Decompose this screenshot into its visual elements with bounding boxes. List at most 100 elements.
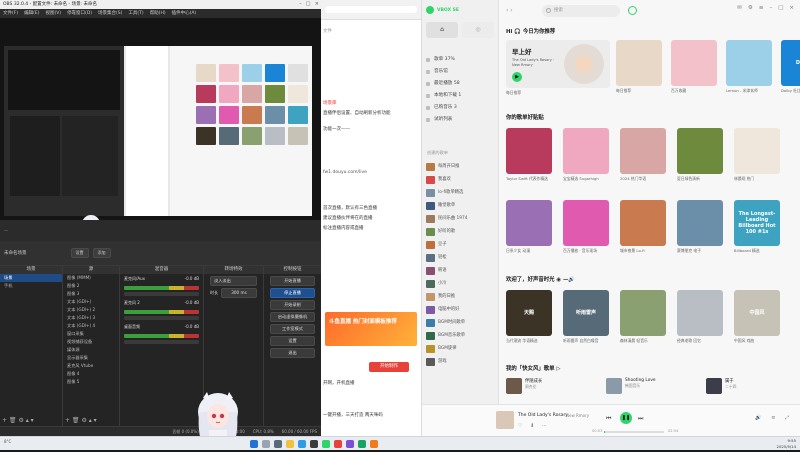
- source-item[interactable]: 图像 4: [63, 370, 119, 378]
- mail-icon[interactable]: ✉: [737, 5, 742, 11]
- music-window-controls[interactable]: ✉ ⚙ ≡ – □ ×: [737, 5, 794, 11]
- playlist-card[interactable]: 日系少女 动漫: [506, 200, 552, 253]
- stop-streaming-button[interactable]: 停止直播: [270, 288, 315, 298]
- source-item[interactable]: 窗口采集: [63, 330, 119, 338]
- source-item[interactable]: 图像 (MMM): [63, 274, 119, 282]
- source-item[interactable]: 视频捕获设备: [63, 338, 119, 346]
- next-icon[interactable]: ⏭: [638, 415, 643, 423]
- close-icon[interactable]: ×: [315, 0, 319, 9]
- explorer-icon[interactable]: [286, 440, 294, 448]
- duration-input[interactable]: 300 ms: [221, 288, 257, 298]
- weather-widget[interactable]: 8°C: [4, 439, 11, 444]
- system-clock[interactable]: 9:55 2025/5/14: [777, 438, 796, 449]
- playlist-card[interactable]: The Longest-Leading Billboard Hot 100 #1…: [734, 200, 780, 253]
- playlist-item[interactable]: 电脑中的好: [422, 303, 499, 316]
- douyu-banner[interactable]: 斗鱼直播 热门封面模板推荐: [325, 312, 417, 346]
- playlist-card[interactable]: Taylor Swift 代表作精选: [506, 128, 552, 181]
- playlist-card[interactable]: 赛博朋克 电子: [677, 200, 723, 253]
- maximize-icon[interactable]: □: [306, 0, 311, 9]
- source-item[interactable]: 显示器采集: [63, 354, 119, 362]
- source-item[interactable]: 麦克风 Vtube: [63, 362, 119, 370]
- scene-item[interactable]: 手机: [0, 282, 62, 290]
- play-icon[interactable]: ▶: [512, 72, 522, 82]
- volume-slider[interactable]: [124, 340, 199, 344]
- start-recording-button[interactable]: 开始录制: [270, 300, 315, 310]
- now-playing-cover[interactable]: [496, 411, 514, 429]
- playlist-card[interactable]: 林晨曦 热门: [734, 128, 780, 181]
- studio-mode-button[interactable]: 工作室模式: [270, 324, 315, 334]
- menu-docks[interactable]: 停靠窗口(D): [67, 9, 92, 18]
- nav-library[interactable]: 音乐馆: [422, 66, 499, 78]
- maximize-icon[interactable]: □: [778, 5, 783, 11]
- playlist-card[interactable]: 森林清晨 轻音乐: [620, 290, 666, 343]
- settings-icon[interactable]: ⚙: [748, 5, 753, 11]
- virtual-camera-button[interactable]: 启动虚拟摄像机: [270, 312, 315, 322]
- track-actions[interactable]: ♡ ⬇ ⋯: [518, 423, 550, 429]
- prev-icon[interactable]: ⏮: [606, 415, 611, 423]
- start-icon[interactable]: [250, 440, 258, 448]
- source-item[interactable]: 文本 (GDI+) 4: [63, 322, 119, 330]
- scene-settings-button[interactable]: 设置: [70, 248, 89, 258]
- menu-view[interactable]: 视图(V): [45, 9, 61, 18]
- playlist-item[interactable]: 好听的歌: [422, 225, 499, 238]
- close-icon[interactable]: ×: [789, 5, 794, 11]
- playlist-item[interactable]: BGM旋律: [422, 342, 499, 355]
- playlist-item[interactable]: 小冷: [422, 277, 499, 290]
- playlist-item[interactable]: lo-fi歌单精选: [422, 186, 499, 199]
- source-item[interactable]: 文本 (GDI+) 3: [63, 314, 119, 322]
- playlist-card[interactable]: Lemon - 米津玄师: [726, 40, 772, 93]
- nav-trial[interactable]: 试听列表: [422, 114, 499, 126]
- source-item[interactable]: 文本 (GDI+) 2: [63, 306, 119, 314]
- playlist-item[interactable]: 睡觉歌单: [422, 199, 499, 212]
- playlist-item[interactable]: 每周开日推: [422, 160, 499, 173]
- playlist-card[interactable]: 每日推荐: [616, 40, 662, 93]
- playlist-item[interactable]: 韩语: [422, 264, 499, 277]
- source-item[interactable]: 媒体源: [63, 346, 119, 354]
- source-item[interactable]: 图像 2: [63, 282, 119, 290]
- browser-tabs[interactable]: [321, 0, 421, 20]
- home-tab[interactable]: ⌂: [426, 22, 458, 38]
- obs-window-controls[interactable]: – □ ×: [297, 0, 321, 9]
- volume-slider[interactable]: [124, 292, 199, 296]
- obs-icon[interactable]: [310, 440, 318, 448]
- music-app-icon[interactable]: [322, 440, 330, 448]
- app-icon[interactable]: [358, 440, 366, 448]
- playlist-card[interactable]: Dolby Dolby 杜比全景声: [781, 40, 800, 93]
- playlist-card[interactable]: 百万收藏: [671, 40, 717, 93]
- playlist-card[interactable]: 经典老歌 回忆: [677, 290, 723, 343]
- menu-tools[interactable]: 工具(T): [128, 9, 143, 18]
- nav-purchased[interactable]: 已购音乐 3: [422, 102, 499, 114]
- source-add-icon[interactable]: + 🗑 ⚙ ▴ ▾: [65, 417, 97, 424]
- start-making-button[interactable]: 开始制作: [369, 362, 409, 372]
- settings-button[interactable]: 设置: [270, 336, 315, 346]
- playlist-item[interactable]: 我喜欢: [422, 173, 499, 186]
- search-input[interactable]: 搜索: [542, 5, 620, 17]
- now-playing-artist[interactable]: New Rmory: [566, 413, 589, 418]
- playlist-item[interactable]: 豆子: [422, 238, 499, 251]
- playlist-card[interactable]: 夏日绿色清新: [677, 128, 723, 181]
- playlist-card[interactable]: 天赐 当代潮流 华语精选: [506, 290, 552, 343]
- mini-track[interactable]: Shooting Love 韩国音乐: [606, 378, 696, 400]
- menu-scene-collection[interactable]: 场景集合(S): [98, 9, 122, 18]
- menu-file[interactable]: 文件(F): [3, 9, 18, 18]
- app-icon[interactable]: [334, 440, 342, 448]
- nav-playlist[interactable]: 歌单 37%: [422, 54, 499, 66]
- source-item[interactable]: 图像 3: [63, 290, 119, 298]
- search-icon[interactable]: [262, 440, 270, 448]
- playlist-card[interactable]: 百万播放 · 音乐现场: [563, 200, 609, 253]
- obs-preview-canvas[interactable]: [0, 18, 321, 238]
- scene-item[interactable]: 场景: [0, 274, 62, 282]
- volume-slider[interactable]: [124, 316, 199, 320]
- listen-icon[interactable]: [628, 6, 637, 15]
- player-extra-controls[interactable]: 🔊 ≡ ⤢: [755, 415, 793, 421]
- scene-add-button[interactable]: 添加: [92, 248, 111, 258]
- mini-track[interactable]: 属于 二十四: [706, 378, 796, 400]
- playlist-card[interactable]: 中国风 中国风 戏曲: [734, 290, 780, 343]
- playlist-card[interactable]: 宝宝精选 Sugarhigh: [563, 128, 609, 181]
- source-item[interactable]: 图像 5: [63, 378, 119, 386]
- playlist-item[interactable]: 民间乐曲 1974: [422, 212, 499, 225]
- playlist-item[interactable]: 我的日推: [422, 290, 499, 303]
- menu-plugins[interactable]: 插件中心(A): [172, 9, 197, 18]
- minimize-icon[interactable]: –: [299, 0, 302, 9]
- scene-add-icon[interactable]: + 🗑 ⚙ ▴ ▾: [2, 417, 34, 424]
